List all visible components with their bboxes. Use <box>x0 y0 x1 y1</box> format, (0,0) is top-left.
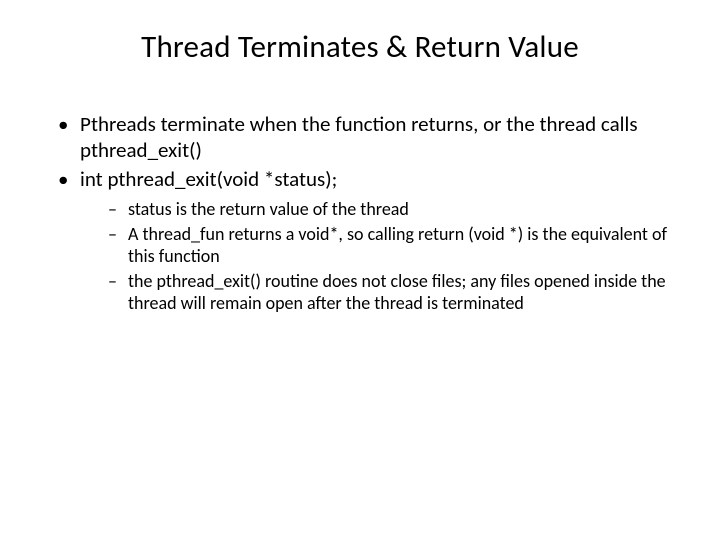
sub-bullet-item: status is the return value of the thread <box>108 199 670 221</box>
bullet-text: int pthread_exit(void *status); <box>80 166 337 192</box>
sub-bullet-item: the pthread_exit() routine does not clos… <box>108 271 670 315</box>
bullet-item: Pthreads terminate when the function ret… <box>58 112 670 163</box>
sub-bullet-text: the pthread_exit() routine does not clos… <box>128 270 666 314</box>
sub-bullet-list: status is the return value of the thread… <box>80 199 670 315</box>
slide: Thread Terminates & Return Value Pthread… <box>0 0 720 540</box>
sub-bullet-text: status is the return value of the thread <box>128 198 409 220</box>
bullet-list: Pthreads terminate when the function ret… <box>50 112 670 315</box>
slide-title: Thread Terminates & Return Value <box>50 28 670 66</box>
bullet-text: Pthreads terminate when the function ret… <box>80 111 638 163</box>
sub-bullet-item: A thread_fun returns a void*, so calling… <box>108 224 670 268</box>
bullet-item: int pthread_exit(void *status); status i… <box>58 167 670 314</box>
sub-bullet-text: A thread_fun returns a void*, so calling… <box>128 223 667 267</box>
